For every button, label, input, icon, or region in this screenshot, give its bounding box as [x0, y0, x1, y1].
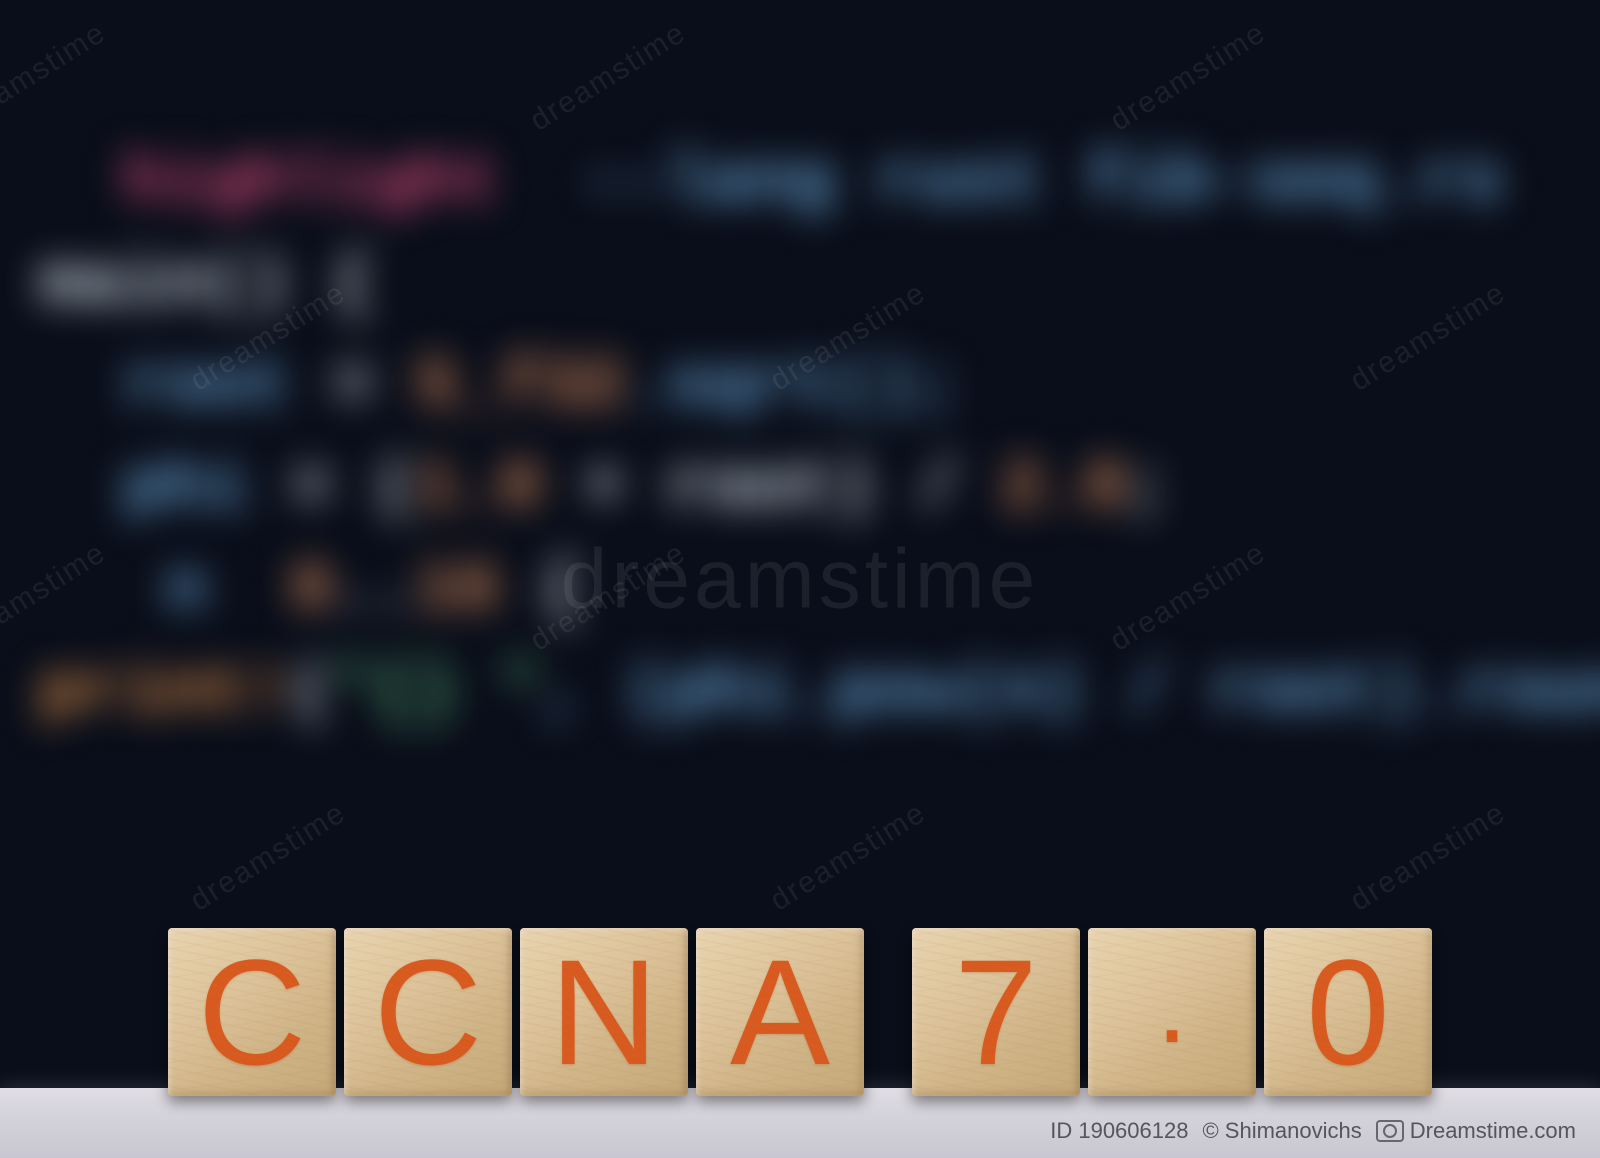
- code-token: 2.0: [1002, 450, 1127, 527]
- copyright-author: © Shimanovichs: [1202, 1118, 1361, 1144]
- code-token: highlight: [124, 144, 500, 221]
- code-token: print!: [40, 654, 291, 731]
- code-token: + root) /: [542, 450, 1002, 527]
- code-token: main() {: [40, 246, 374, 323]
- brand-name: Dreamstime.com: [1410, 1118, 1576, 1144]
- code-token: --lang rust fib-seq.rs: [584, 144, 1504, 221]
- wooden-block-row: C C N A 7 . 0: [168, 928, 1432, 1096]
- code-token: n: [165, 552, 207, 629]
- code-token: 0: [291, 552, 333, 629]
- code-token: 16: [416, 552, 500, 629]
- wooden-block-digit: 7: [912, 928, 1080, 1096]
- wooden-block-letter: A: [696, 928, 864, 1096]
- code-token: .sqrt();: [625, 348, 959, 425]
- code-token: 5_f32: [416, 348, 625, 425]
- code-token: = (: [249, 450, 416, 527]
- stock-brand-logo: Dreamstime.com: [1376, 1118, 1576, 1144]
- wooden-block-letter: N: [520, 928, 688, 1096]
- camera-icon: [1376, 1120, 1404, 1142]
- code-token: ..: [333, 552, 417, 629]
- wooden-block-letter: C: [344, 928, 512, 1096]
- code-token: phi: [124, 450, 249, 527]
- code-token: ;: [1127, 450, 1169, 527]
- code-token: root: [124, 348, 291, 425]
- attribution-bar: ID 190606128 © Shimanovichs Dreamstime.c…: [1050, 1118, 1576, 1144]
- block-group-word: C C N A: [168, 928, 864, 1096]
- code-token: {: [500, 552, 584, 629]
- code-token: , (phi.pow(n) / root).round(): [542, 654, 1600, 731]
- wooden-block-dot: .: [1088, 928, 1256, 1096]
- code-token: =: [291, 348, 416, 425]
- code-token: 1.0: [416, 450, 541, 527]
- code-token: [207, 552, 291, 629]
- wooden-block-letter: C: [168, 928, 336, 1096]
- image-id: ID 190606128: [1050, 1118, 1188, 1144]
- code-token: (: [291, 654, 333, 731]
- code-token: "{} ": [333, 654, 542, 731]
- wooden-block-digit: 0: [1264, 928, 1432, 1096]
- block-group-version: 7 . 0: [912, 928, 1432, 1096]
